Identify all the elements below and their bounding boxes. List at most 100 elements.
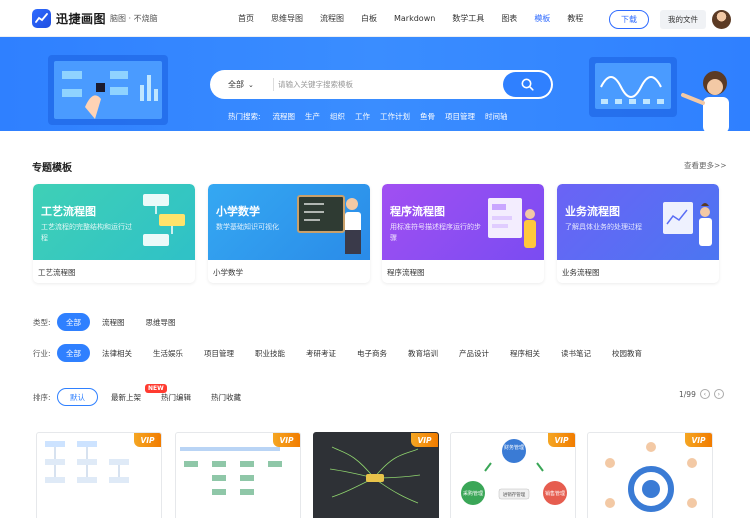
nav-tutorials[interactable]: 教程 (567, 13, 583, 24)
template-grid: VIP VIP VIP 财务管理 采购管理 销售管理 进销存管理 VIP VIP (36, 432, 736, 518)
hot-search-item[interactable]: 项目管理 (445, 111, 475, 122)
search-input[interactable] (278, 76, 488, 93)
card-desc: 用标准符号描述程序运行的步骤 (390, 223, 481, 242)
industry-filter-option[interactable]: 程序相关 (501, 344, 549, 362)
type-filter-label: 类型: (33, 317, 51, 327)
card-footer-label: 程序流程图 (387, 268, 425, 277)
page-indicator: 1/99 (679, 389, 696, 399)
type-filter-option[interactable]: 流程图 (93, 313, 134, 331)
card-banner: 工艺流程图 工艺流程的完整结构和运行过程 (33, 184, 195, 260)
industry-filter-option[interactable]: 读书笔记 (552, 344, 600, 362)
hot-search-row: 热门搜索: 流程图 生产 组织 工作 工作计划 鱼骨 项目管理 时间轴 (228, 111, 518, 122)
industry-filter-all[interactable]: 全部 (57, 344, 90, 362)
logo-icon[interactable] (32, 9, 51, 28)
nav-templates[interactable]: 模板 (534, 13, 550, 24)
card-footer-label: 工艺流程图 (38, 268, 76, 277)
hot-search-item[interactable]: 生产 (305, 111, 320, 122)
card-banner: 业务流程图 了解具体业务的处理过程 (557, 184, 719, 260)
nav-charts[interactable]: 图表 (501, 13, 517, 24)
type-filter-all[interactable]: 全部 (57, 313, 90, 331)
blackboard-illustration-icon (297, 195, 361, 254)
featured-card-process[interactable]: 工艺流程图 工艺流程的完整结构和运行过程 工艺流程图 (33, 184, 195, 283)
vip-badge: VIP (548, 433, 575, 447)
sort-option-newest[interactable]: 最新上架 (102, 388, 150, 406)
brand-slogan: 脑图 · 不烧脑 (110, 14, 158, 23)
template-card[interactable]: VIP (36, 432, 162, 518)
template-card[interactable]: VIP (313, 432, 439, 518)
industry-filter-option[interactable]: 项目管理 (195, 344, 243, 362)
featured-card-math[interactable]: 小学数学 数学基础知识可视化 小学数学 (208, 184, 370, 283)
hot-search-item[interactable]: 组织 (330, 111, 345, 122)
search-divider (273, 78, 274, 91)
card-title: 小学数学 (216, 205, 260, 218)
featured-section-title: 专题模板 (32, 163, 72, 174)
nav-flowchart[interactable]: 流程图 (320, 13, 344, 24)
featured-card-program[interactable]: 程序流程图 用标准符号描述程序运行的步骤 程序流程图 (382, 184, 544, 283)
flow-illustration-icon (143, 194, 185, 246)
vip-badge: VIP (134, 433, 161, 447)
industry-filter-option[interactable]: 考研考证 (297, 344, 345, 362)
industry-filter-option[interactable]: 校园教育 (603, 344, 651, 362)
search-icon (521, 78, 534, 91)
card-title: 工艺流程图 (41, 205, 96, 218)
hot-search-item[interactable]: 工作计划 (380, 111, 410, 122)
nav-mindmap[interactable]: 思维导图 (271, 13, 303, 24)
next-page-icon[interactable]: › (713, 389, 724, 399)
see-more-link[interactable]: 查看更多>> (684, 160, 727, 171)
featured-card-business[interactable]: 业务流程图 了解具体业务的处理过程 业务流程图 (557, 184, 719, 283)
nav-home[interactable]: 首页 (238, 13, 254, 24)
diagram-node-sales: 销售管理 (545, 490, 565, 497)
card-banner: 小学数学 数学基础知识可视化 (208, 184, 370, 260)
hot-search-item[interactable]: 鱼骨 (420, 111, 435, 122)
download-button[interactable]: 下载 (609, 10, 649, 29)
card-title: 业务流程图 (565, 205, 620, 218)
diagram-node-center: 进销存管理 (503, 491, 526, 498)
industry-filter-option[interactable]: 产品设计 (450, 344, 498, 362)
main-nav: 首页 思维导图 流程图 白板 Markdown 数学工具 图表 模板 教程 (238, 0, 600, 37)
hot-search-item[interactable]: 流程图 (273, 111, 296, 122)
industry-filter-option[interactable]: 法律相关 (93, 344, 141, 362)
pagination: 1/99 ‹ › (679, 389, 724, 399)
card-footer-label: 业务流程图 (562, 268, 600, 277)
my-files-button[interactable]: 我的文件 (660, 10, 706, 29)
sort-option-hot-favorite[interactable]: 热门收藏 (202, 388, 250, 406)
chevron-down-icon: ⌄ (248, 80, 254, 89)
sort-filter-row: 排序: 默认 最新上架 热门编辑 热门收藏 (33, 388, 250, 406)
search-button[interactable] (503, 72, 551, 97)
prev-page-icon[interactable]: ‹ (699, 389, 710, 399)
user-avatar[interactable] (712, 10, 731, 29)
sort-default[interactable]: 默认 (57, 388, 98, 406)
industry-filter-row: 行业: 全部 法律相关 生活娱乐 项目管理 职业技能 考研考证 电子商务 教育培… (33, 344, 651, 362)
nav-whiteboard[interactable]: 白板 (361, 13, 377, 24)
vip-badge: VIP (411, 433, 438, 447)
sort-filter-label: 排序: (33, 392, 51, 402)
industry-filter-option[interactable]: 电子商务 (348, 344, 396, 362)
card-desc: 了解具体业务的处理过程 (565, 223, 642, 231)
brand-name[interactable]: 迅捷画图 (56, 10, 106, 27)
banner-illustration-left (48, 55, 168, 125)
search-box: 全部 ⌄ (210, 70, 553, 99)
business-illustration-icon (663, 202, 712, 246)
hot-search-label: 热门搜索: (228, 112, 261, 121)
program-illustration-icon (488, 198, 536, 248)
hot-search-item[interactable]: 时间轴 (485, 111, 508, 122)
card-banner: 程序流程图 用标准符号描述程序运行的步骤 (382, 184, 544, 260)
diagram-node-finance: 财务管理 (504, 444, 524, 451)
hero-banner: 全部 ⌄ 热门搜索: 流程图 生产 组织 工作 工作计划 鱼骨 项目管理 时间轴 (0, 37, 750, 131)
template-card[interactable]: VIP (175, 432, 301, 518)
card-footer-label: 小学数学 (213, 268, 243, 277)
hot-search-item[interactable]: 工作 (355, 111, 370, 122)
template-card[interactable]: VIP (587, 432, 713, 518)
new-badge: NEW (145, 384, 167, 393)
template-card[interactable]: 财务管理 采购管理 销售管理 进销存管理 VIP (450, 432, 576, 518)
industry-filter-option[interactable]: 生活娱乐 (144, 344, 192, 362)
featured-cards: 工艺流程图 工艺流程的完整结构和运行过程 工艺流程图 小学数学 数学基础知识可视… (33, 184, 719, 283)
industry-filter-option[interactable]: 教育培训 (399, 344, 447, 362)
type-filter-option[interactable]: 思维导图 (137, 313, 185, 331)
nav-math-tools[interactable]: 数学工具 (452, 13, 484, 24)
diagram-node-purchase: 采购管理 (463, 490, 483, 497)
nav-markdown[interactable]: Markdown (394, 14, 435, 23)
industry-filter-option[interactable]: 职业技能 (246, 344, 294, 362)
search-scope-dropdown[interactable]: 全部 ⌄ (228, 79, 254, 90)
vip-badge: VIP (685, 433, 712, 447)
